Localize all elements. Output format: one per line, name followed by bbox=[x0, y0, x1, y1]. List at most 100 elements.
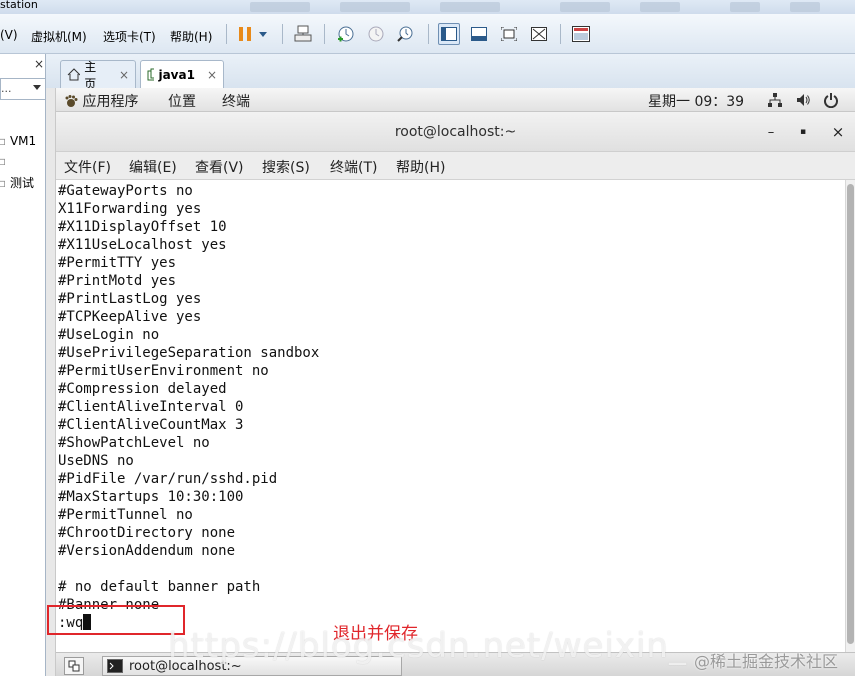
terminal-line: # no default banner path bbox=[58, 579, 261, 595]
host-menubar: (V) 虚拟机(M) 选项卡(T) 帮助(H) bbox=[0, 14, 855, 54]
terminal-line: #UsePrivilegeSeparation sandbox bbox=[58, 345, 320, 361]
terminal-line: #ShowPatchLevel no bbox=[58, 435, 210, 451]
library-item-vm1[interactable]: ▫ VM1 bbox=[0, 134, 36, 148]
snapshot-take-icon[interactable] bbox=[334, 23, 356, 45]
close-button[interactable]: × bbox=[828, 122, 848, 142]
terminal-line: #TCPKeepAlive yes bbox=[58, 309, 202, 325]
view-library-icon[interactable] bbox=[438, 23, 460, 45]
home-icon bbox=[67, 68, 81, 81]
tab-close-icon[interactable]: × bbox=[119, 68, 129, 82]
tab-home[interactable]: 主页 × bbox=[60, 60, 136, 91]
unity-icon[interactable] bbox=[528, 23, 550, 45]
terminal-line: #ClientAliveCountMax 3 bbox=[58, 417, 244, 433]
host-title-blur bbox=[640, 2, 680, 12]
terminal-line: #PidFile /var/run/sshd.pid bbox=[58, 471, 278, 487]
terminal-line: #PrintLastLog yes bbox=[58, 291, 202, 307]
terminal-window: root@localhost:~ – ▪ × 文件(F) 编辑(E) 查看(V)… bbox=[56, 112, 855, 652]
terminal-line: #ClientAliveInterval 0 bbox=[58, 399, 244, 415]
terminal-text-area[interactable]: #GatewayPorts no X11Forwarding yes #X11Dis… bbox=[56, 180, 845, 652]
host-menu-view[interactable]: (V) bbox=[0, 28, 18, 42]
terminal-line: #PermitUserEnvironment no bbox=[58, 363, 269, 379]
annotation-highlight-box bbox=[47, 605, 185, 635]
library-filter-dropdown[interactable]: ... bbox=[0, 78, 45, 100]
host-title-blur bbox=[560, 2, 610, 12]
gnome-foot-icon bbox=[65, 95, 78, 107]
terminal-icon bbox=[107, 659, 123, 673]
terminal-line: #PermitTTY yes bbox=[58, 255, 177, 271]
terminal-line: UseDNS no bbox=[58, 453, 134, 469]
maximize-button[interactable]: ▪ bbox=[793, 122, 813, 142]
tab-label: java1 bbox=[158, 67, 195, 82]
power-icon[interactable] bbox=[822, 91, 840, 109]
tab-label: 主页 bbox=[84, 59, 97, 91]
terminal-menu-view[interactable]: 查看(V) bbox=[195, 157, 244, 177]
gnome-top-bar: 应用程序 位置 终端 星期一 09：39 bbox=[56, 88, 855, 112]
thumbnail-icon[interactable] bbox=[570, 23, 592, 45]
gnome-places-menu[interactable]: 位置 bbox=[168, 91, 196, 111]
tab-java1[interactable]: java1 × bbox=[140, 60, 224, 88]
terminal-line: #GatewayPorts no bbox=[58, 183, 193, 199]
terminal-title-bar[interactable]: root@localhost:~ – ▪ × bbox=[56, 112, 855, 152]
toolbar-separator bbox=[226, 24, 227, 44]
terminal-menu-search[interactable]: 搜索(S) bbox=[262, 157, 310, 177]
host-title-bar: station bbox=[0, 0, 855, 14]
toolbar-separator bbox=[560, 24, 561, 44]
show-desktop-icon[interactable] bbox=[64, 657, 84, 675]
terminal-title: root@localhost:~ bbox=[394, 124, 517, 140]
gnome-applications-label: 应用程序 bbox=[82, 94, 139, 110]
library-item-label: VM1 bbox=[9, 134, 37, 148]
terminal-menu-edit[interactable]: 编辑(E) bbox=[129, 157, 177, 177]
terminal-menu-help[interactable]: 帮助(H) bbox=[396, 157, 445, 177]
watermark-credit: @稀土掘金技术社区 bbox=[694, 652, 839, 671]
tab-close-icon[interactable]: × bbox=[207, 68, 217, 82]
network-icon[interactable] bbox=[766, 91, 784, 109]
library-item-label: 测试 bbox=[9, 176, 34, 190]
host-title-blur bbox=[340, 2, 410, 12]
host-menu-help[interactable]: 帮助(H) bbox=[170, 28, 212, 45]
host-title-blur bbox=[250, 2, 310, 12]
vm-icon bbox=[147, 68, 155, 81]
terminal-menu-file[interactable]: 文件(F) bbox=[64, 157, 111, 177]
host-title-blur bbox=[440, 2, 500, 12]
library-item-test[interactable]: ▫ 测试 bbox=[0, 174, 34, 191]
host-menu-vm[interactable]: 虚拟机(M) bbox=[31, 28, 87, 45]
terminal-line: #VersionAddendum none bbox=[58, 543, 236, 559]
terminal-line: #X11DisplayOffset 10 bbox=[58, 219, 227, 235]
pause-icon[interactable] bbox=[234, 23, 256, 45]
terminal-line: X11Forwarding yes bbox=[58, 201, 202, 217]
terminal-line: #PermitTunnel no bbox=[58, 507, 193, 523]
terminal-line: #MaxStartups 10:30:100 bbox=[58, 489, 244, 505]
terminal-menubar: 文件(F) 编辑(E) 查看(V) 搜索(S) 终端(T) 帮助(H) bbox=[56, 152, 855, 180]
host-menu-tabs[interactable]: 选项卡(T) bbox=[103, 28, 156, 45]
terminal-line: #Compression delayed bbox=[58, 381, 227, 397]
library-close-button[interactable]: × bbox=[34, 57, 44, 71]
watermark-url: https://blog.csdn.net/weixin_ bbox=[168, 626, 687, 666]
send-ctrl-alt-del-icon[interactable] bbox=[292, 23, 314, 45]
gnome-clock[interactable]: 星期一 09：39 bbox=[648, 91, 744, 111]
terminal-line: #X11UseLocalhost yes bbox=[58, 237, 227, 253]
fullscreen-icon[interactable] bbox=[498, 23, 520, 45]
library-item-vm2[interactable]: ▫ bbox=[0, 154, 6, 168]
library-panel: × ... ▫ VM1 ▫ ▫ 测试 bbox=[0, 54, 46, 676]
library-filter-value: ... bbox=[1, 82, 12, 95]
snapshot-manager-icon[interactable] bbox=[394, 23, 416, 45]
guest-left-edge bbox=[46, 88, 56, 676]
terminal-line: #UseLogin no bbox=[58, 327, 160, 343]
host-title-text: station bbox=[0, 0, 38, 11]
volume-icon[interactable] bbox=[794, 91, 812, 109]
scrollbar-thumb[interactable] bbox=[847, 184, 854, 644]
view-console-icon[interactable] bbox=[468, 23, 490, 45]
chevron-down-icon bbox=[33, 85, 41, 90]
dropdown-arrow-icon[interactable] bbox=[256, 23, 270, 45]
gnome-applications-menu[interactable]: 应用程序 bbox=[64, 91, 138, 111]
toolbar-separator bbox=[282, 24, 283, 44]
vm-tab-strip: 主页 × java1 × bbox=[46, 54, 855, 91]
minimize-button[interactable]: – bbox=[761, 122, 781, 142]
snapshot-revert-icon[interactable] bbox=[364, 23, 386, 45]
terminal-scrollbar[interactable] bbox=[845, 180, 855, 652]
terminal-menu-terminal[interactable]: 终端(T) bbox=[330, 157, 377, 177]
toolbar-separator bbox=[428, 24, 429, 44]
gnome-terminal-menu[interactable]: 终端 bbox=[222, 91, 250, 111]
toolbar-separator bbox=[324, 24, 325, 44]
terminal-line: #ChrootDirectory none bbox=[58, 525, 236, 541]
